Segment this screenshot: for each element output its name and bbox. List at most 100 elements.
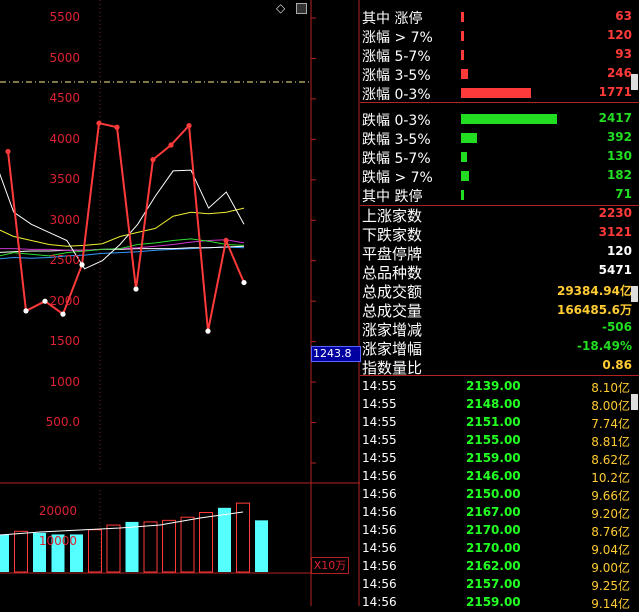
volume-bar (199, 512, 213, 573)
tick-volume: 9.25亿 (591, 579, 630, 593)
tick-volume: 8.81亿 (591, 435, 630, 449)
tick-volume: 9.66亿 (591, 489, 630, 503)
section-divider (360, 375, 639, 376)
price-axis-label: 1000 (49, 375, 80, 389)
volume-bar (162, 519, 176, 573)
tick-time: 14:56 (362, 559, 397, 573)
tick-volume: 9.04亿 (591, 543, 630, 557)
breadth-label: 跌幅 3-5% (362, 132, 431, 148)
breadth-value: 120 (606, 28, 632, 42)
index-point (5, 148, 11, 155)
tick-price: 2155.00 (466, 433, 521, 447)
diamond-icon[interactable]: ◇ (276, 1, 285, 15)
tick-row[interactable]: 14:55 2151.00 7.74亿 (360, 414, 636, 432)
breadth-row: 其中 涨停 63 (362, 8, 636, 27)
tick-row[interactable]: 14:56 2146.00 10.2亿 (360, 468, 636, 486)
price-axis-label: 1500 (49, 334, 80, 348)
breadth-row: 跌幅 3-5% 392 (362, 129, 636, 148)
summary-row: 涨家增幅 -18.49% (362, 338, 636, 358)
breadth-label: 涨幅 > 7% (362, 30, 433, 46)
summary-row: 上涨家数 2230 (362, 205, 636, 225)
tick-row[interactable]: 14:56 2170.00 8.76亿 (360, 522, 636, 540)
summary-label: 总成交额 (362, 283, 423, 301)
summary-label: 总品种数 (362, 264, 423, 282)
index-point (96, 120, 102, 126)
tick-row[interactable]: 14:55 2155.00 8.81亿 (360, 432, 636, 450)
summary-row: 涨家增减 -506 (362, 319, 636, 339)
breadth-label: 涨幅 5-7% (362, 49, 431, 65)
tick-row[interactable]: 14:55 2148.00 8.00亿 (360, 396, 636, 414)
summary-row: 总品种数 5471 (362, 262, 636, 282)
summary-value: 166485.6万 (556, 303, 632, 317)
price-axis-label: 2000 (49, 294, 80, 308)
tick-volume: 8.10亿 (591, 381, 630, 395)
tick-time: 14:56 (362, 541, 397, 555)
tick-price: 2151.00 (466, 415, 521, 429)
side-tab[interactable] (631, 394, 638, 410)
breadth-row: 涨幅 0-3% 1771 (362, 84, 636, 103)
summary-label: 总成交量 (362, 302, 423, 320)
breadth-row: 涨幅 3-5% 246 (362, 65, 636, 84)
index-point (205, 328, 211, 334)
index-point (79, 262, 85, 268)
tick-row[interactable]: 14:56 2150.00 9.66亿 (360, 486, 636, 504)
breadth-value: 2417 (598, 111, 632, 125)
volume-axis-label: 10000 (38, 534, 77, 548)
breadth-value: 246 (606, 66, 632, 80)
breadth-label: 跌幅 5-7% (362, 151, 431, 167)
volume-bar (106, 524, 121, 573)
index-point (23, 308, 29, 314)
index-point (223, 237, 229, 244)
summary-label: 涨家增幅 (362, 340, 423, 358)
window-toggle-icon[interactable] (296, 3, 307, 14)
tick-row[interactable]: 14:56 2162.00 9.00亿 (360, 558, 636, 576)
tick-volume: 8.62亿 (591, 453, 630, 467)
tick-row[interactable]: 14:56 2167.00 9.20亿 (360, 504, 636, 522)
index-point (168, 142, 174, 148)
breadth-row: 跌幅 0-3% 2417 (362, 110, 636, 129)
breadth-label: 涨幅 3-5% (362, 68, 431, 84)
breadth-label: 跌幅 > 7% (362, 170, 433, 186)
summary-row: 指数量比 0.86 (362, 357, 636, 377)
breadth-value: 71 (615, 187, 632, 201)
tick-time: 14:55 (362, 415, 397, 429)
breadth-bar (461, 69, 468, 79)
tick-row[interactable]: 14:56 2157.00 9.25亿 (360, 576, 636, 594)
volume-bar (143, 521, 158, 573)
summary-row: 总成交量 166485.6万 (362, 300, 636, 320)
current-value-box: 1243.8 (311, 346, 361, 362)
tick-price: 2148.00 (466, 397, 521, 411)
summary-label: 涨家增减 (362, 321, 423, 339)
breadth-bar (461, 50, 464, 60)
axis-ticks (311, 17, 316, 464)
breadth-bar (461, 12, 464, 22)
breadth-label: 其中 跌停 (362, 189, 423, 205)
volume-bar (218, 507, 231, 572)
tick-volume: 9.20亿 (591, 507, 630, 521)
tick-row[interactable]: 14:56 2159.00 9.14亿 (360, 594, 636, 612)
tick-row[interactable]: 14:55 2139.00 8.10亿 (360, 378, 636, 396)
tick-price: 2162.00 (466, 559, 521, 573)
price-axis-label: 4500 (49, 91, 80, 105)
price-axis-label: 5000 (49, 51, 80, 65)
tick-time: 14:56 (362, 523, 397, 537)
price-axis-label: 500.0 (45, 415, 80, 429)
breadth-value: 392 (606, 130, 632, 144)
summary-value: -506 (601, 320, 632, 334)
index-chart-area[interactable]: ◇ 5500 5000 4500 4000 3500 3000 2500 200… (0, 0, 361, 606)
tick-time: 14:55 (362, 397, 397, 411)
tick-price: 2150.00 (466, 487, 521, 501)
tick-row[interactable]: 14:55 2159.00 8.62亿 (360, 450, 636, 468)
tick-volume: 9.14亿 (591, 597, 630, 611)
index-point (186, 123, 192, 129)
side-tab[interactable] (631, 286, 638, 302)
summary-row: 总成交额 29384.94亿 (362, 281, 636, 301)
side-tab[interactable] (631, 74, 638, 90)
summary-value: 2230 (598, 206, 632, 220)
index-point (133, 286, 139, 292)
tick-price: 2170.00 (466, 541, 521, 555)
tick-row[interactable]: 14:56 2170.00 9.04亿 (360, 540, 636, 558)
summary-value: 3121 (598, 225, 632, 239)
breadth-value: 1771 (598, 85, 632, 99)
tick-price: 2159.00 (466, 451, 521, 465)
